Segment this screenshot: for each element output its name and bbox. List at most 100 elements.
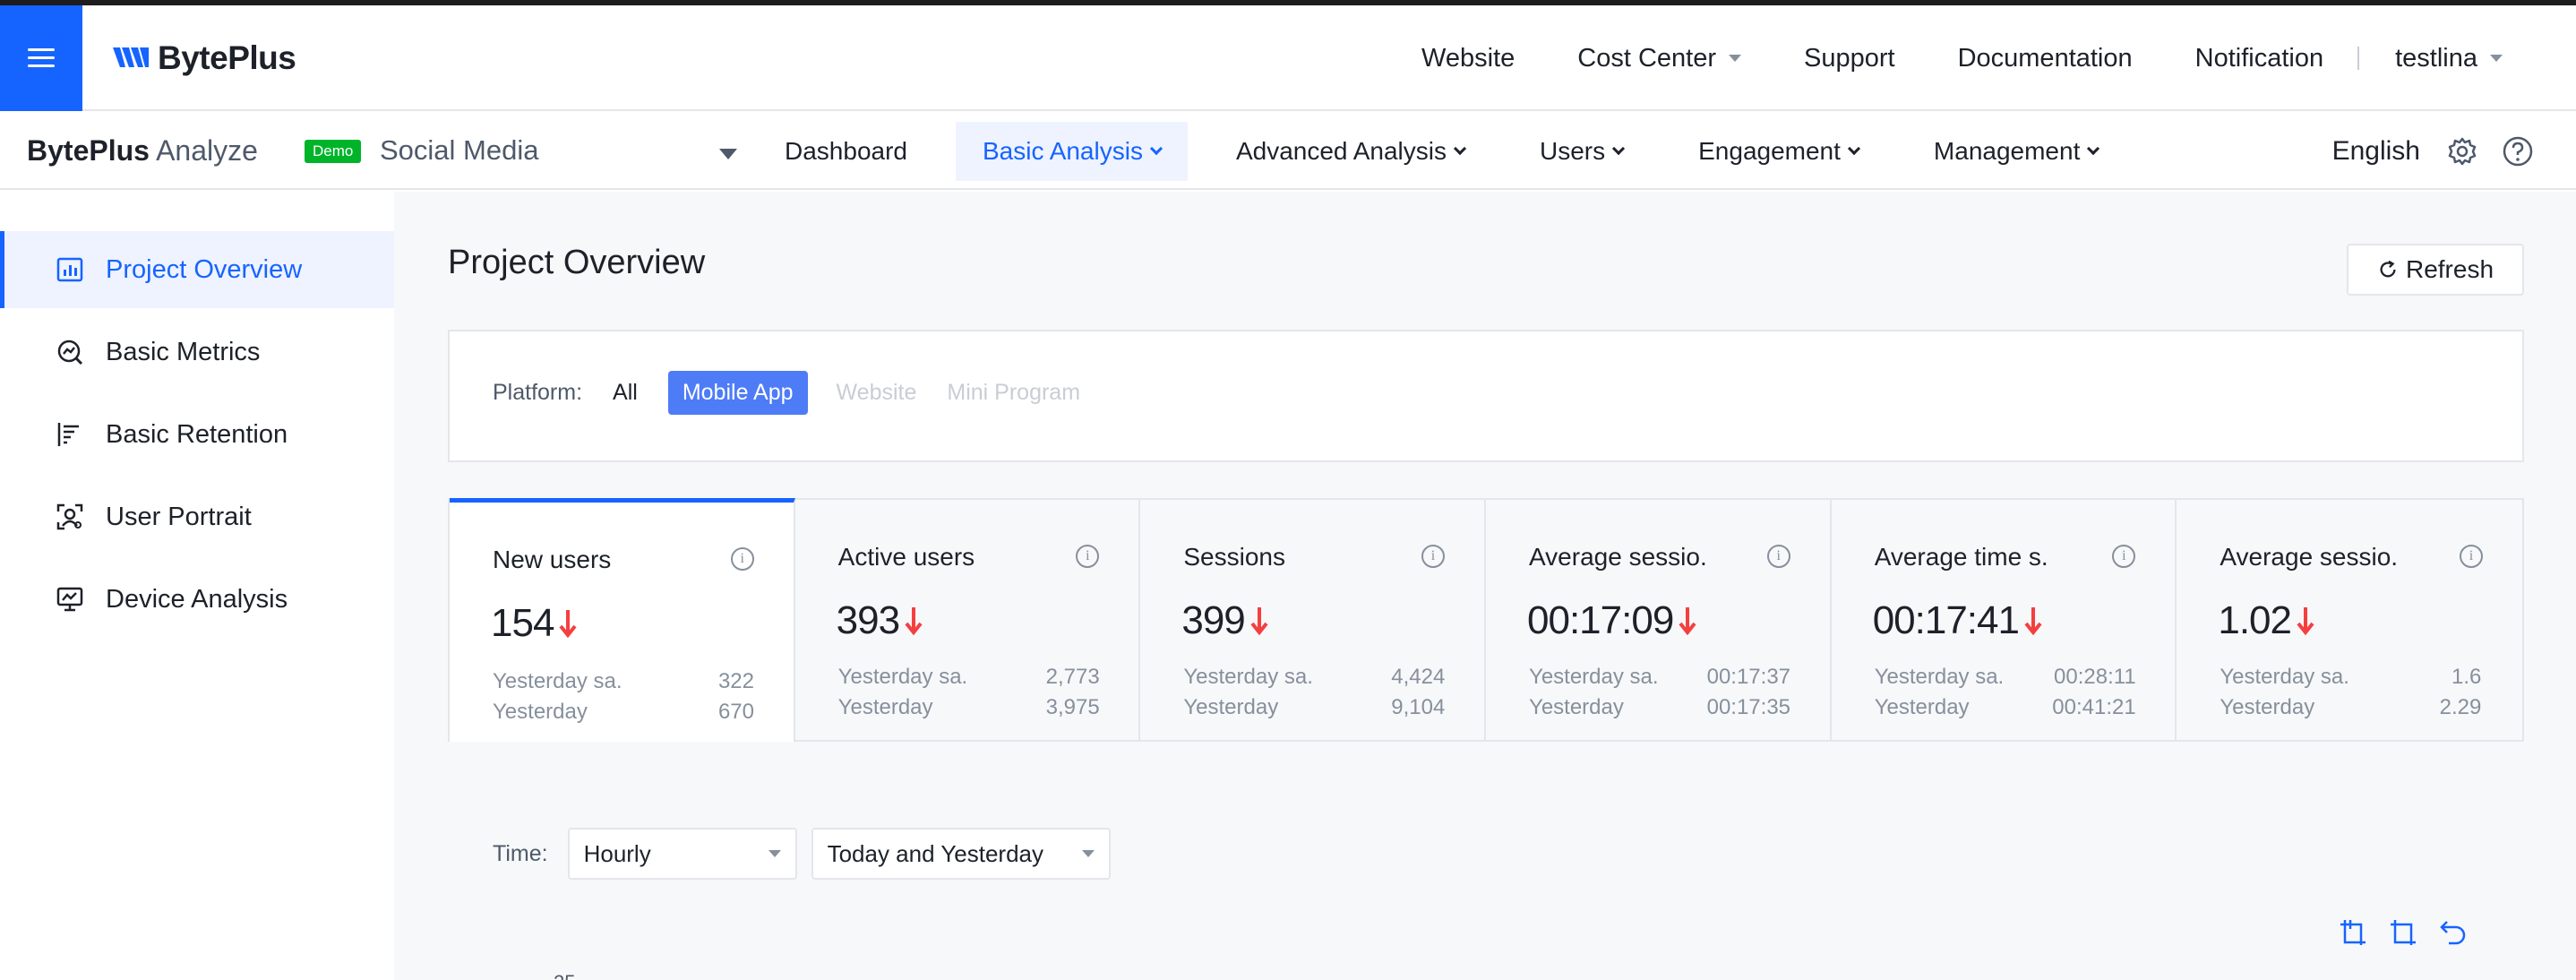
- language-switcher[interactable]: English: [2332, 136, 2420, 167]
- platform-option-mini-program[interactable]: Mini Program: [947, 380, 1080, 406]
- compare-label: Yesterday: [1529, 695, 1624, 719]
- compare-label: Yesterday: [1874, 695, 1970, 719]
- info-icon[interactable]: i: [1421, 545, 1446, 568]
- metric-name: Sessions: [1183, 543, 1285, 571]
- project-dropdown-icon[interactable]: [719, 149, 737, 159]
- down-arrow-icon: [905, 607, 923, 636]
- platform-option-all[interactable]: All: [613, 380, 638, 406]
- utility-controls: English: [2332, 127, 2533, 176]
- compare-label: Yesterday sa.: [1183, 665, 1313, 689]
- platform-option-mobile-app[interactable]: Mobile App: [667, 371, 808, 415]
- granularity-select[interactable]: Hourly: [567, 828, 797, 880]
- nav-users[interactable]: Users: [1513, 122, 1650, 181]
- compare-value: 9,104: [1391, 695, 1446, 719]
- info-icon[interactable]: i: [2460, 545, 2484, 568]
- zoom-select-icon[interactable]: [2338, 917, 2368, 948]
- topnav-notification[interactable]: Notification: [2195, 44, 2323, 73]
- metric-compare-row: Yesterday sa. 1.6: [2220, 665, 2481, 690]
- compare-label: Yesterday: [1183, 695, 1279, 719]
- chevron-down-icon: [1847, 142, 1860, 156]
- metric-card-new-users[interactable]: New users i 154 Yesterday sa. 322 Yesterd…: [450, 498, 795, 742]
- metric-compare-row: Yesterday 00:41:21: [1875, 695, 2136, 720]
- info-icon[interactable]: i: [2112, 545, 2136, 568]
- compare-value: 1.6: [2451, 665, 2482, 689]
- caret-down-icon: [2490, 55, 2503, 62]
- nav-users-label: Users: [1540, 137, 1606, 165]
- byteplus-logo-icon: [113, 47, 149, 67]
- compare-value: 322: [717, 669, 754, 693]
- down-arrow-icon: [1679, 607, 1696, 636]
- metric-card-average-time-spent[interactable]: Average time s. i 00:17:41 Yesterday sa.…: [1831, 500, 2177, 740]
- byteplus-logo[interactable]: BytePlus: [111, 36, 296, 81]
- metric-compare-row: Yesterday sa. 4,424: [1183, 665, 1445, 690]
- compare-label: Yesterday sa.: [493, 669, 623, 693]
- compare-label: Yesterday sa.: [837, 665, 968, 689]
- topnav-website[interactable]: Website: [1421, 44, 1515, 73]
- sidebar-item-project-overview[interactable]: Project Overview: [0, 231, 394, 308]
- chevron-down-icon: [1612, 142, 1626, 156]
- metric-card-average-sessions[interactable]: Average sessio. i 1.02 Yesterday sa. 1.6 …: [2177, 500, 2523, 740]
- brand-bold: BytePlus: [27, 134, 150, 167]
- metric-card-average-session-duration[interactable]: Average sessio. i 00:17:09 Yesterday sa.…: [1486, 500, 1832, 740]
- metric-compare-row: Yesterday 3,975: [838, 695, 1100, 720]
- info-icon[interactable]: i: [1076, 545, 1100, 568]
- down-arrow-icon: [559, 610, 577, 639]
- platform-filter-card: Platform: All Mobile App Website Mini Pr…: [448, 330, 2524, 462]
- nav-advanced-analysis[interactable]: Advanced Analysis: [1209, 122, 1491, 181]
- sidebar-item-basic-retention[interactable]: Basic Retention: [0, 396, 394, 473]
- settings-gear-icon[interactable]: [2447, 136, 2477, 167]
- sidebar-item-basic-metrics[interactable]: Basic Metrics: [0, 314, 394, 391]
- compare-value: 4,424: [1391, 665, 1446, 689]
- info-icon[interactable]: i: [1766, 545, 1790, 568]
- metric-value: 393: [836, 598, 900, 642]
- sidebar-item-label: Basic Retention: [106, 419, 288, 449]
- topnav-support[interactable]: Support: [1804, 44, 1895, 73]
- sidebar-item-user-portrait[interactable]: User Portrait: [0, 478, 394, 555]
- topnav-documentation-label: Documentation: [1957, 43, 2133, 73]
- product-brand: BytePlus Analyze: [27, 134, 258, 168]
- compare-value: 2,773: [1045, 665, 1100, 689]
- platform-option-website[interactable]: Website: [837, 380, 917, 406]
- nav-management-label: Management: [1933, 137, 2081, 165]
- user-menu[interactable]: testlina: [2395, 44, 2503, 73]
- project-selector[interactable]: Social Media: [380, 134, 538, 167]
- nav-divider: [2357, 47, 2360, 70]
- down-arrow-icon: [2297, 607, 2314, 636]
- undo-icon[interactable]: [2438, 917, 2469, 948]
- sidebar-item-label: User Portrait: [106, 502, 252, 531]
- down-arrow-icon: [2024, 607, 2042, 636]
- topnav-cost-center[interactable]: Cost Center: [1577, 44, 1741, 73]
- zoom-reset-icon[interactable]: [2388, 917, 2418, 948]
- topnav-documentation[interactable]: Documentation: [1958, 44, 2133, 73]
- sidebar: Project Overview Basic Metrics Basic Ret…: [0, 192, 394, 980]
- nav-engagement[interactable]: Engagement: [1671, 122, 1885, 181]
- hamburger-menu-button[interactable]: [0, 5, 82, 111]
- granularity-value: Hourly: [583, 839, 651, 867]
- refresh-label: Refresh: [2405, 255, 2494, 283]
- compare-label: Yesterday sa.: [2220, 665, 2349, 689]
- info-icon[interactable]: i: [730, 547, 754, 571]
- compare-value: 2.29: [2439, 695, 2482, 719]
- compare-value: 670: [717, 700, 754, 724]
- compare-value: 3,975: [1045, 695, 1100, 719]
- metric-value: 399: [1181, 598, 1245, 642]
- metric-compare-row: Yesterday 670: [493, 700, 754, 725]
- help-icon[interactable]: [2503, 136, 2533, 167]
- nav-basic-analysis[interactable]: Basic Analysis: [955, 122, 1188, 181]
- compare-value: 00:17:37: [1706, 665, 1791, 689]
- hamburger-icon: [28, 48, 55, 68]
- metric-name: Active users: [837, 543, 975, 571]
- nav-dashboard[interactable]: Dashboard: [758, 122, 934, 181]
- metric-card-sessions[interactable]: Sessions i 399 Yesterday sa. 4,424 Yester…: [1140, 500, 1487, 740]
- sidebar-item-device-analysis[interactable]: Device Analysis: [0, 561, 394, 638]
- topnav-website-label: Website: [1421, 43, 1516, 73]
- sidebar-item-label: Basic Metrics: [106, 337, 261, 366]
- refresh-button[interactable]: Refresh: [2347, 244, 2524, 296]
- metric-card-active-users[interactable]: Active users i 393 Yesterday sa. 2,773 Ye…: [794, 500, 1141, 740]
- date-range-select[interactable]: Today and Yesterday: [811, 828, 1111, 880]
- metric-name: Average sessio.: [2220, 543, 2399, 571]
- chevron-down-icon: [1149, 142, 1163, 156]
- compare-value: 00:17:35: [1706, 695, 1791, 719]
- nav-management[interactable]: Management: [1907, 122, 2125, 181]
- nav-engagement-label: Engagement: [1698, 137, 1841, 165]
